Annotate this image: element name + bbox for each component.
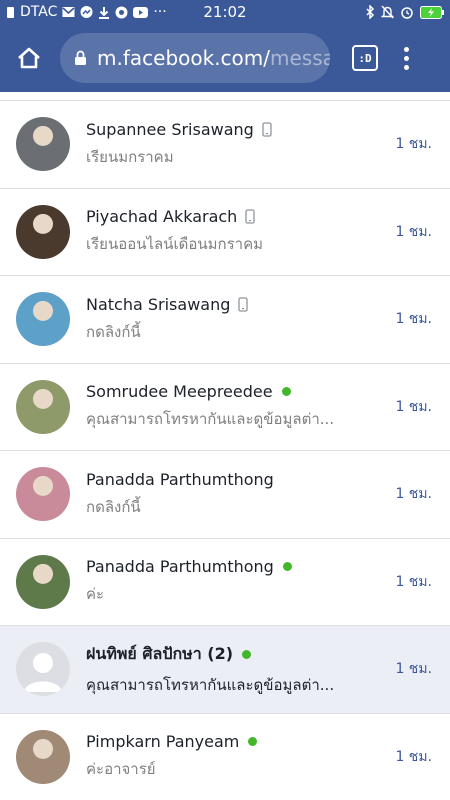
menu-dot	[403, 55, 409, 61]
avatar[interactable]	[16, 554, 70, 609]
timestamp: 1 ชม.	[395, 573, 432, 590]
name-line: Panadda Parthumthong	[86, 557, 380, 576]
online-status-dot	[248, 737, 258, 747]
conversation-row[interactable]: Somrudee Meepreedee คุณสามารถโทรหากันและด…	[0, 363, 450, 451]
online-status-dot	[242, 649, 252, 659]
message-preview: ค่ะอาจารย์	[86, 760, 156, 779]
timestamp: 1 ชม.	[395, 661, 432, 678]
battery-charging-icon	[420, 5, 444, 19]
shield-icon	[115, 6, 128, 19]
status-bar: DTAC ··· 21:02	[0, 0, 450, 24]
mute-icon	[381, 5, 394, 19]
conversation-row[interactable]: ฝนทิพย์ ศิลปักษา (2) คุณสามารถโทรหากันและ…	[0, 626, 450, 714]
timestamp: 1 ชม.	[395, 748, 432, 765]
menu-dot	[403, 46, 409, 52]
name-line: ฝนทิพย์ ศิลปักษา (2)	[86, 642, 380, 667]
youtube-icon	[133, 6, 149, 18]
timestamp: 1 ชม.	[395, 311, 432, 328]
online-status-dot	[281, 387, 291, 397]
name-line: Pimpkarn Panyeam	[86, 732, 380, 751]
mobile-device-icon	[245, 209, 255, 224]
messenger-icon	[80, 5, 93, 19]
bluetooth-icon	[365, 5, 375, 19]
url-domain: m.facebook.com/	[97, 46, 270, 70]
home-icon	[18, 47, 40, 69]
home-button[interactable]	[0, 24, 58, 92]
avatar[interactable]	[16, 467, 70, 522]
gmail-icon	[62, 6, 75, 18]
avatar[interactable]	[16, 642, 70, 697]
name-line: Somrudee Meepreedee	[86, 382, 380, 401]
message-preview: คุณสามารถโทรหากันและดูข้อมูลต่า...	[86, 675, 335, 694]
contact-name: Pimpkarn Panyeam	[86, 732, 240, 752]
message-preview: ค่ะ	[86, 585, 105, 604]
browser-toolbar: m.facebook.com/messa :D	[0, 24, 450, 92]
overflow-menu-button[interactable]	[396, 38, 416, 78]
timestamp: 1 ชม.	[395, 398, 432, 415]
contact-name: Panadda Parthumthong	[86, 469, 274, 489]
avatar[interactable]	[16, 204, 70, 259]
name-line: Panadda Parthumthong	[86, 470, 380, 489]
message-preview: เรียนมกราคม	[86, 147, 174, 166]
mobile-device-icon	[238, 297, 249, 312]
conversation-row[interactable]: Panadda Parthumthong กดลิงก์นี้ 1 ชม.	[0, 451, 450, 539]
menu-dot	[403, 64, 409, 70]
contact-name: Panadda Parthumthong	[86, 557, 274, 577]
name-line: Piyachad Akkarach	[86, 207, 380, 226]
name-line: Supannee Srisawang	[86, 120, 380, 139]
avatar[interactable]	[16, 729, 70, 784]
avatar[interactable]	[16, 292, 70, 347]
conversation-row[interactable]: Panadda Parthumthong ค่ะ 1 ชม.	[0, 538, 450, 626]
name-line: Natcha Srisawang	[86, 295, 380, 314]
conversation-row[interactable]: Pimpkarn Panyeam ค่ะอาจารย์ 1 ชม.	[0, 713, 450, 800]
lock-icon	[74, 50, 87, 66]
contact-name: Natcha Srisawang	[86, 294, 231, 314]
conversation-row[interactable]: Supannee Srisawang เรียนมกราคม 1 ชม.	[0, 101, 450, 189]
more-icon: ···	[153, 4, 167, 20]
avatar[interactable]	[16, 117, 70, 172]
timestamp: 1 ชม.	[395, 223, 432, 240]
message-preview: กดลิงก์นี้	[86, 322, 141, 341]
status-right	[365, 5, 444, 19]
avatar[interactable]	[16, 379, 70, 434]
message-preview: กดลิงก์นี้	[86, 497, 141, 516]
alarm-icon	[400, 5, 414, 19]
mobile-device-icon	[262, 122, 272, 137]
conversation-row[interactable]: Piyachad Akkarach เรียนออนไลน์เดือนมกราคม…	[0, 188, 450, 276]
contact-name: Somrudee Meepreedee	[86, 382, 273, 402]
online-status-dot	[282, 562, 292, 572]
sim-icon	[6, 6, 15, 19]
conversation-list: Supannee Srisawang เรียนมกราคม 1 ชม. Piyach…	[0, 100, 450, 800]
carrier-label: DTAC	[20, 4, 58, 20]
timestamp: 1 ชม.	[395, 486, 432, 503]
contact-name: Supannee Srisawang	[86, 119, 254, 139]
contact-name: Piyachad Akkarach	[86, 207, 238, 227]
timestamp: 1 ชม.	[395, 136, 432, 153]
contact-name: ฝนทิพย์ ศิลปักษา (2)	[86, 643, 234, 663]
message-preview: เรียนออนไลน์เดือนมกราคม	[86, 235, 263, 254]
tab-switcher-button[interactable]: :D	[352, 45, 378, 71]
download-icon	[98, 6, 110, 19]
default-avatar-icon	[24, 653, 62, 693]
conversation-row[interactable]: Natcha Srisawang กดลิงก์นี้ 1 ชม.	[0, 276, 450, 364]
url-bar[interactable]: m.facebook.com/messa	[60, 33, 330, 83]
status-left: DTAC ···	[6, 4, 167, 20]
url-path: messa	[270, 46, 330, 70]
message-preview: คุณสามารถโทรหากันและดูข้อมูลต่า...	[86, 410, 335, 429]
